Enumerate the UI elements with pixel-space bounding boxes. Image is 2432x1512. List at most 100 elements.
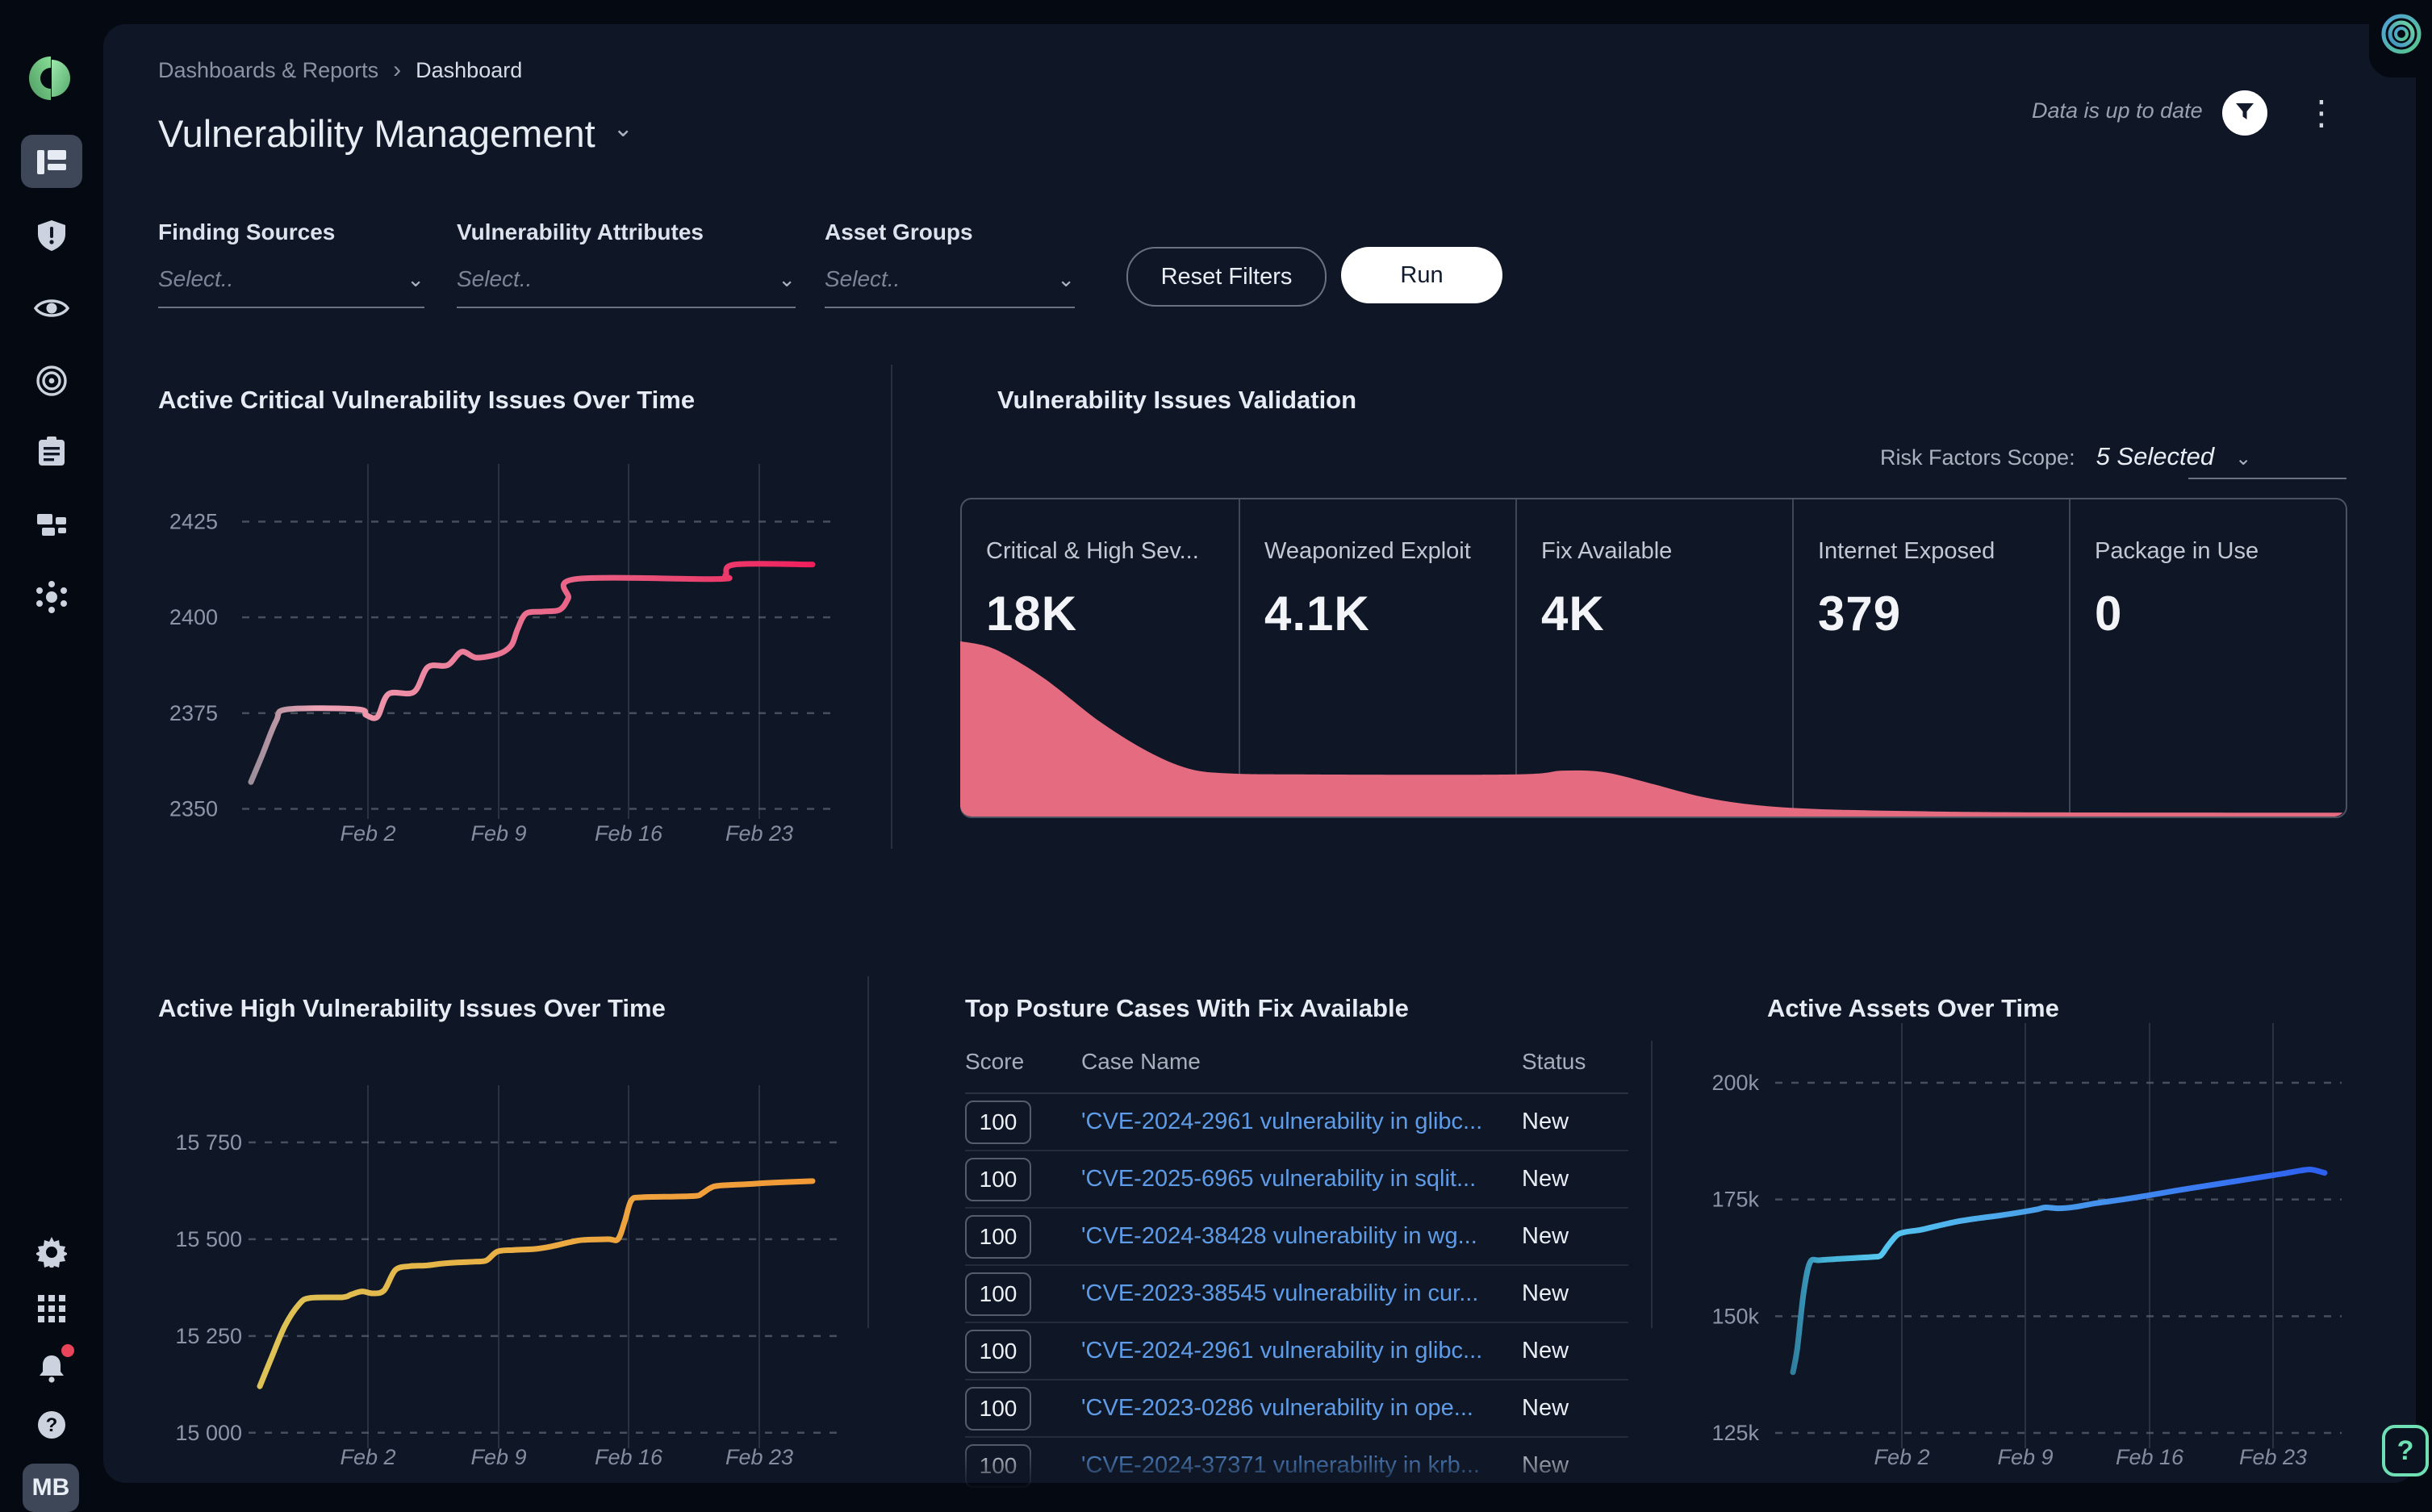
validation-card-2[interactable]: Fix Available 4K (1515, 499, 1792, 817)
kebab-menu[interactable]: ⋮ (2305, 89, 2337, 137)
validation-card-value: 0 (2095, 586, 2346, 641)
validation-card-label: Critical & High Sev... (986, 538, 1239, 565)
sidebar-item-visibility[interactable] (0, 281, 103, 336)
score-badge: 100 (965, 1215, 1031, 1259)
table-row: 100 'CVE-2023-0286 vulnerability in ope..… (965, 1380, 1628, 1438)
validation-card-label: Package in Use (2095, 538, 2346, 565)
posture-table: Score Case Name Status 100 'CVE-2024-2961… (965, 1049, 1628, 1493)
validation-card-4[interactable]: Package in Use 0 (2069, 499, 2346, 817)
sidebar-item-help[interactable]: ? (0, 1397, 103, 1452)
select-placeholder: Select.. (457, 266, 532, 292)
shield-alert-icon (37, 219, 66, 252)
case-link[interactable]: 'CVE-2023-38545 vulnerability in cur... (1081, 1280, 1478, 1306)
score-badge: 100 (965, 1444, 1031, 1488)
case-link[interactable]: 'CVE-2024-37371 vulnerability in krb... (1081, 1452, 1480, 1478)
column-case-name: Case Name (1081, 1049, 1522, 1075)
table-row: 100 'CVE-2024-37371 vulnerability in krb.… (965, 1438, 1628, 1493)
sidebar-item-exposure[interactable] (0, 353, 103, 408)
sidebar-item-connections[interactable] (0, 570, 103, 624)
breadcrumb-dashboards-reports[interactable]: Dashboards & Reports (158, 58, 378, 83)
column-status: Status (1522, 1049, 1627, 1075)
validation-card-value: 4K (1541, 586, 1792, 641)
help-button[interactable]: ? (2382, 1425, 2429, 1476)
table-row: 100 'CVE-2025-6965 vulnerability in sqlit… (965, 1151, 1628, 1209)
sidebar: ? MB (0, 0, 103, 1497)
sidebar-item-risks[interactable] (0, 208, 103, 263)
table-body: 100 'CVE-2024-2961 vulnerability in glibc… (965, 1094, 1628, 1493)
risk-scope-dropdown[interactable]: 5 Selected (2096, 442, 2215, 471)
run-button[interactable]: Run (1341, 247, 1502, 303)
chevron-down-icon: ⌄ (1057, 267, 1075, 292)
filter-button[interactable] (2222, 90, 2267, 136)
case-link[interactable]: 'CVE-2024-2961 vulnerability in glibc... (1081, 1338, 1482, 1364)
validation-card-1[interactable]: Weaponized Exploit4.1K (1239, 499, 1515, 817)
funnel-icon (2236, 103, 2254, 123)
sidebar-item-notifications[interactable] (0, 1339, 103, 1394)
blocks-icon (36, 512, 68, 537)
status-text: New (1522, 1166, 1569, 1192)
validation-panel: Critical & High Sev... 18KWeaponized Expl… (960, 498, 2347, 818)
breadcrumb-dashboard[interactable]: Dashboard (416, 58, 522, 83)
sidebar-item-assets[interactable] (0, 497, 103, 552)
assets-chart-title: Active Assets Over Time (1767, 994, 2059, 1023)
breadcrumb: Dashboards & Reports › Dashboard (158, 56, 522, 84)
filter-vulnerability-attributes: Vulnerability Attributes Select.. ⌄ (457, 219, 796, 308)
validation-card-0[interactable]: Critical & High Sev... 18K (962, 499, 1239, 817)
score-badge: 100 (965, 1272, 1031, 1316)
score-badge: 100 (965, 1387, 1031, 1431)
score-badge: 100 (965, 1330, 1031, 1373)
svg-text:?: ? (46, 1414, 58, 1436)
vulnerability-attributes-select[interactable]: Select.. ⌄ (457, 266, 796, 308)
apps-grid-icon (38, 1295, 65, 1322)
table-header: Score Case Name Status (965, 1049, 1628, 1094)
risk-scope-underline (2188, 478, 2346, 479)
status-text: New (1522, 1395, 1569, 1421)
risk-factors-scope: Risk Factors Scope: 5 Selected ⌄ (1880, 442, 2251, 471)
question-circle-icon: ? (36, 1410, 67, 1440)
case-link[interactable]: 'CVE-2023-0286 vulnerability in ope... (1081, 1395, 1473, 1421)
divider-vertical (867, 976, 869, 1328)
status-text: New (1522, 1223, 1569, 1249)
score-badge: 100 (965, 1158, 1031, 1201)
sidebar-item-reports[interactable] (0, 424, 103, 479)
dashboard-title-dropdown[interactable]: Vulnerability Management ⌄ (158, 111, 633, 156)
bullseye-icon (36, 365, 68, 397)
critical-chart-title: Active Critical Vulnerability Issues Ove… (158, 386, 695, 415)
sidebar-item-apps[interactable] (0, 1281, 103, 1336)
risk-scope-label: Risk Factors Scope: (1880, 445, 2075, 470)
case-link[interactable]: 'CVE-2024-2961 vulnerability in glibc... (1081, 1109, 1482, 1134)
bell-icon (36, 1351, 67, 1383)
gear-icon (36, 1237, 67, 1268)
app-logo (24, 52, 77, 105)
sidebar-item-dashboards[interactable] (0, 135, 103, 190)
case-link[interactable]: 'CVE-2024-38428 vulnerability in wg... (1081, 1223, 1477, 1249)
validation-title: Vulnerability Issues Validation (997, 386, 1356, 415)
eye-icon (34, 297, 69, 320)
validation-card-label: Fix Available (1541, 538, 1792, 565)
table-row: 100 'CVE-2023-38545 vulnerability in cur.… (965, 1266, 1628, 1323)
high-chart-title: Active High Vulnerability Issues Over Ti… (158, 994, 666, 1023)
clipboard-icon (37, 436, 66, 467)
divider-vertical (1651, 1041, 1653, 1328)
validation-card-value: 18K (986, 586, 1239, 641)
avatar[interactable]: MB (23, 1464, 79, 1512)
chevron-down-icon: ⌄ (613, 115, 633, 143)
score-badge: 100 (965, 1101, 1031, 1144)
breadcrumb-separator: › (393, 56, 401, 84)
divider-vertical (891, 365, 892, 849)
chevron-down-icon: ⌄ (778, 267, 796, 292)
case-link[interactable]: 'CVE-2025-6965 vulnerability in sqlit... (1081, 1166, 1476, 1192)
validation-card-label: Internet Exposed (1818, 538, 2069, 565)
page-title: Vulnerability Management (158, 111, 595, 156)
validation-card-3[interactable]: Internet Exposed 379 (1792, 499, 2069, 817)
finding-sources-select[interactable]: Select.. ⌄ (158, 266, 424, 308)
rings-logo (2379, 10, 2430, 62)
validation-card-value: 379 (1818, 586, 2069, 641)
filter-label: Vulnerability Attributes (457, 219, 796, 245)
table-row: 100 'CVE-2024-38428 vulnerability in wg..… (965, 1209, 1628, 1266)
asset-groups-select[interactable]: Select.. ⌄ (825, 266, 1075, 308)
reset-filters-button[interactable]: Reset Filters (1126, 247, 1327, 307)
sidebar-item-settings[interactable] (0, 1225, 103, 1280)
dashboard-icon (36, 148, 68, 176)
table-title: Top Posture Cases With Fix Available (965, 994, 1409, 1023)
